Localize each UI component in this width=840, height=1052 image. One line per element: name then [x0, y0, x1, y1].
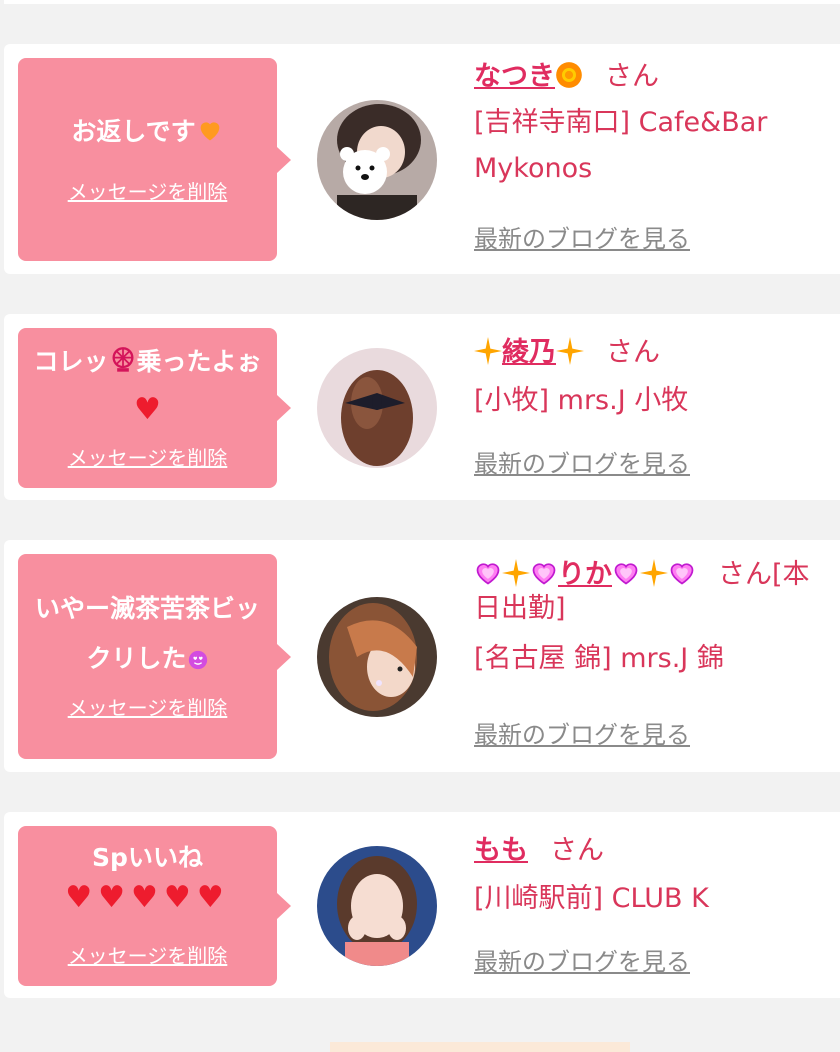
avatar[interactable]: [317, 100, 437, 220]
sender-name-line: 綾乃 さん: [474, 336, 814, 370]
message-text: お返しです: [28, 106, 267, 158]
shop-name: [川崎駅前] CLUB K: [474, 883, 709, 914]
sender-name-link[interactable]: なつき: [474, 61, 583, 92]
message-card: いやー滅茶苦茶ビックリした メッセージを削除 りか さん[本日出勤] [名古屋 錦…: [4, 540, 840, 772]
message-text: コレッ 乗ったよぉ ♥: [28, 338, 267, 435]
orange-heart-icon: [200, 122, 219, 141]
sparkling-heart-icon: [670, 563, 694, 585]
latest-blog-link[interactable]: 最新のブログを見る: [474, 449, 690, 479]
message-card: Spいいね ♥♥♥♥♥ メッセージを削除 もも さん [川崎駅前] CLUB K …: [4, 812, 840, 998]
sender-name-link[interactable]: 綾乃: [474, 337, 584, 368]
red-hearts-icon: ♥♥♥♥♥: [65, 880, 230, 915]
sender-name-link[interactable]: りか: [474, 559, 696, 590]
sparkle-star-icon: [502, 559, 530, 587]
message-text-part-2: 乗ったよぉ: [136, 347, 262, 376]
red-heart-icon: ♥: [134, 392, 161, 427]
next-card-edge: [330, 1042, 630, 1052]
message-bubble: コレッ 乗ったよぉ ♥ メッセージを削除: [18, 328, 277, 488]
sender-info: もも さん [川崎駅前] CLUB K: [474, 834, 814, 922]
message-card: お返しです メッセージを削除 なつき さん [吉祥寺南口] Cafe&Bar My…: [4, 44, 840, 274]
message-bubble: Spいいね ♥♥♥♥♥ メッセージを削除: [18, 826, 277, 986]
sparkle-star-icon: [640, 559, 668, 587]
sender-info: なつき さん [吉祥寺南口] Cafe&Bar Mykonos: [474, 60, 814, 192]
delete-message-link[interactable]: メッセージを削除: [18, 178, 277, 206]
avatar[interactable]: [317, 597, 437, 717]
sparkling-heart-icon: [532, 563, 556, 585]
shop-name: [小牧] mrs.J 小牧: [474, 385, 689, 416]
message-text-part-1: コレッ: [33, 347, 109, 376]
sparkling-heart-icon: [476, 563, 500, 585]
message-text: Spいいね ♥♥♥♥♥: [28, 838, 267, 918]
sender-name-link[interactable]: もも: [474, 835, 528, 866]
sun-flower-icon: [556, 62, 582, 88]
avatar[interactable]: [317, 348, 437, 468]
honorific: さん: [605, 61, 659, 92]
sender-info: りか さん[本日出勤] [名古屋 錦] mrs.J 錦: [474, 558, 824, 682]
sender-name[interactable]: りか: [558, 559, 612, 590]
latest-blog-link[interactable]: 最新のブログを見る: [474, 720, 690, 750]
honorific: さん: [718, 559, 772, 590]
delete-message-link[interactable]: メッセージを削除: [18, 694, 277, 722]
sparkling-heart-icon: [614, 563, 638, 585]
message-text-body: お返しです: [71, 117, 196, 146]
message-text-body: いやー滅茶苦茶ビックリした: [34, 594, 260, 673]
message-bubble: お返しです メッセージを削除: [18, 58, 277, 261]
heart-eyes-icon: [188, 650, 207, 670]
sparkle-star-icon: [474, 337, 502, 365]
message-card: コレッ 乗ったよぉ ♥ メッセージを削除 綾乃 さん [小牧] mrs.J 小牧 最新…: [4, 314, 840, 500]
sender-name-line: もも さん: [474, 834, 814, 868]
avatar[interactable]: [317, 846, 437, 966]
delete-message-link[interactable]: メッセージを削除: [18, 942, 277, 970]
delete-message-link[interactable]: メッセージを削除: [18, 444, 277, 472]
message-text-body: Spいいね: [92, 843, 203, 872]
honorific: さん: [550, 835, 604, 866]
shop-name: [名古屋 錦] mrs.J 錦: [474, 643, 724, 674]
ferris-wheel-icon: [112, 347, 133, 372]
sender-name-line: なつき さん: [474, 60, 814, 94]
sender-name[interactable]: 綾乃: [502, 337, 556, 368]
shop-name: [吉祥寺南口] Cafe&Bar Mykonos: [474, 107, 768, 184]
sparkle-star-icon: [556, 337, 584, 365]
message-bubble: いやー滅茶苦茶ビックリした メッセージを削除: [18, 554, 277, 759]
latest-blog-link[interactable]: 最新のブログを見る: [474, 947, 690, 977]
sender-info: 綾乃 さん [小牧] mrs.J 小牧: [474, 336, 814, 424]
previous-card-edge: [4, 0, 840, 4]
message-text: いやー滅茶苦茶ビックリした: [28, 584, 267, 684]
sender-name-line: りか さん[本日出勤]: [474, 558, 824, 626]
latest-blog-link[interactable]: 最新のブログを見る: [474, 224, 690, 254]
sender-name[interactable]: なつき: [474, 61, 555, 92]
honorific: さん: [606, 337, 660, 368]
